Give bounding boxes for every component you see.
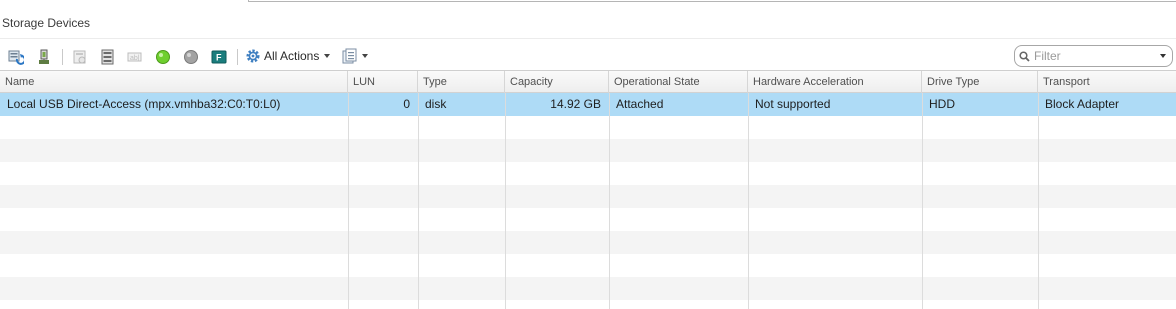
empty-row	[0, 116, 1176, 139]
rename-icon[interactable]: ab|	[127, 49, 143, 65]
toolbar-separator	[62, 49, 63, 65]
storage-devices-table: Name LUN Type Capacity Operational State…	[0, 70, 1176, 309]
cell-operational-state: Attached	[616, 97, 664, 111]
toolbar: ab| F All Actions	[0, 44, 1176, 68]
chevron-down-icon	[324, 54, 331, 58]
column-header-transport[interactable]: Transport	[1038, 71, 1176, 93]
empty-row	[0, 185, 1176, 208]
cell-drive-type: HDD	[929, 97, 955, 111]
empty-row	[0, 277, 1176, 300]
column-header-lun[interactable]: LUN	[348, 71, 418, 93]
column-header-hardware-acceleration[interactable]: Hardware Acceleration	[748, 71, 922, 93]
all-actions-menu[interactable]: All Actions	[245, 47, 331, 65]
empty-row	[0, 208, 1176, 231]
search-icon	[1019, 50, 1030, 62]
table-header: Name LUN Type Capacity Operational State…	[0, 71, 1176, 93]
empty-row	[0, 254, 1176, 277]
rescan-icon[interactable]	[100, 49, 116, 65]
empty-row	[0, 300, 1176, 309]
toolbar-separator	[237, 49, 238, 65]
empty-row	[0, 139, 1176, 162]
column-divider	[348, 93, 349, 309]
column-divider	[748, 93, 749, 309]
column-divider	[505, 93, 506, 309]
cell-hardware-acceleration: Not supported	[755, 97, 831, 111]
cell-lun: 0	[403, 97, 410, 111]
table-row[interactable]: Local USB Direct-Access (mpx.vmhba32:C0:…	[0, 93, 1176, 116]
cell-capacity: 14.92 GB	[550, 97, 601, 111]
cell-type: disk	[425, 97, 447, 111]
column-divider	[922, 93, 923, 309]
filter-dropdown-icon[interactable]	[1160, 54, 1166, 58]
chevron-down-icon	[362, 54, 368, 58]
attach-storage-icon[interactable]	[36, 49, 52, 65]
filter-input[interactable]	[1034, 49, 1152, 63]
cell-transport: Block Adapter	[1045, 97, 1120, 111]
refresh-icon[interactable]	[8, 49, 26, 65]
export-icon	[342, 48, 358, 64]
gear-icon	[245, 48, 261, 64]
panel-title: Storage Devices	[2, 16, 91, 30]
mark-flash-icon[interactable]: F	[211, 49, 227, 65]
empty-row	[0, 162, 1176, 185]
column-header-capacity[interactable]: Capacity	[505, 71, 609, 93]
column-divider	[1038, 93, 1039, 309]
column-header-type[interactable]: Type	[418, 71, 505, 93]
svg-text:F: F	[216, 53, 222, 63]
filter-box[interactable]	[1014, 45, 1173, 67]
turn-off-led-icon[interactable]	[183, 49, 199, 65]
column-header-operational-state[interactable]: Operational State	[609, 71, 748, 93]
turn-on-led-icon[interactable]	[155, 49, 171, 65]
top-border	[0, 0, 1176, 8]
detach-icon[interactable]	[72, 49, 88, 65]
svg-text:ab|: ab|	[130, 55, 140, 62]
cell-name: Local USB Direct-Access (mpx.vmhba32:C0:…	[7, 97, 281, 111]
column-header-drive-type[interactable]: Drive Type	[922, 71, 1038, 93]
empty-row	[0, 231, 1176, 254]
export-menu[interactable]	[342, 48, 368, 64]
title-divider	[0, 38, 1176, 39]
column-divider	[609, 93, 610, 309]
all-actions-label: All Actions	[264, 49, 320, 63]
column-header-name[interactable]: Name	[0, 71, 348, 93]
column-divider	[418, 93, 419, 309]
